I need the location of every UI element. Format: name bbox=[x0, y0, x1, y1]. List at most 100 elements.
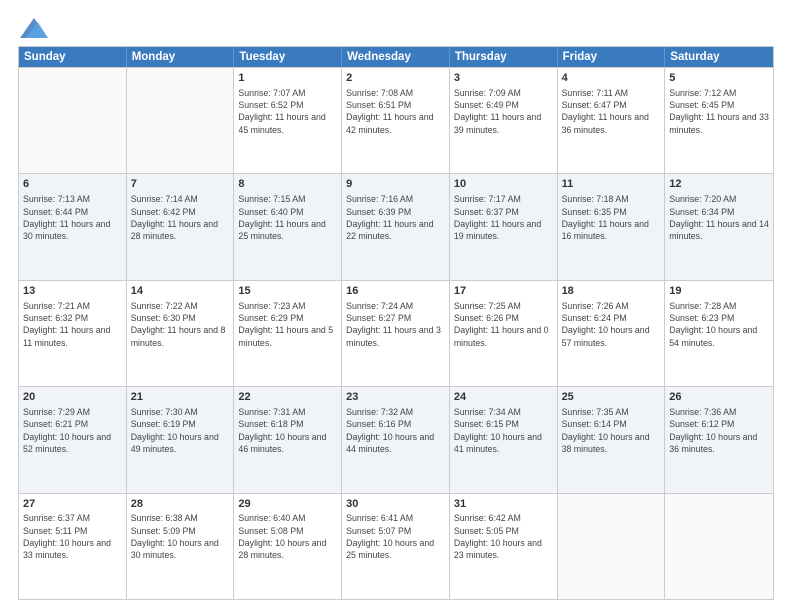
day-number: 20 bbox=[23, 390, 122, 405]
calendar-day-17: 17Sunrise: 7:25 AM Sunset: 6:26 PM Dayli… bbox=[450, 281, 558, 386]
calendar-day-9: 9Sunrise: 7:16 AM Sunset: 6:39 PM Daylig… bbox=[342, 174, 450, 279]
day-info: Sunrise: 7:22 AM Sunset: 6:30 PM Dayligh… bbox=[131, 300, 230, 349]
day-info: Sunrise: 6:40 AM Sunset: 5:08 PM Dayligh… bbox=[238, 512, 337, 561]
day-header-wednesday: Wednesday bbox=[342, 47, 450, 67]
day-info: Sunrise: 7:34 AM Sunset: 6:15 PM Dayligh… bbox=[454, 406, 553, 455]
day-header-tuesday: Tuesday bbox=[234, 47, 342, 67]
day-info: Sunrise: 7:25 AM Sunset: 6:26 PM Dayligh… bbox=[454, 300, 553, 349]
calendar-day-23: 23Sunrise: 7:32 AM Sunset: 6:16 PM Dayli… bbox=[342, 387, 450, 492]
day-info: Sunrise: 7:26 AM Sunset: 6:24 PM Dayligh… bbox=[562, 300, 661, 349]
day-number: 8 bbox=[238, 177, 337, 192]
day-number: 25 bbox=[562, 390, 661, 405]
day-number: 9 bbox=[346, 177, 445, 192]
logo bbox=[18, 18, 48, 36]
day-number: 30 bbox=[346, 497, 445, 512]
day-header-monday: Monday bbox=[127, 47, 235, 67]
calendar-week-2: 6Sunrise: 7:13 AM Sunset: 6:44 PM Daylig… bbox=[19, 173, 773, 279]
calendar-day-11: 11Sunrise: 7:18 AM Sunset: 6:35 PM Dayli… bbox=[558, 174, 666, 279]
day-info: Sunrise: 7:12 AM Sunset: 6:45 PM Dayligh… bbox=[669, 87, 769, 136]
day-header-saturday: Saturday bbox=[665, 47, 773, 67]
day-header-sunday: Sunday bbox=[19, 47, 127, 67]
day-info: Sunrise: 7:32 AM Sunset: 6:16 PM Dayligh… bbox=[346, 406, 445, 455]
day-number: 1 bbox=[238, 71, 337, 86]
calendar-day-26: 26Sunrise: 7:36 AM Sunset: 6:12 PM Dayli… bbox=[665, 387, 773, 492]
day-info: Sunrise: 6:37 AM Sunset: 5:11 PM Dayligh… bbox=[23, 512, 122, 561]
day-number: 15 bbox=[238, 284, 337, 299]
calendar-day-1: 1Sunrise: 7:07 AM Sunset: 6:52 PM Daylig… bbox=[234, 68, 342, 173]
calendar-day-20: 20Sunrise: 7:29 AM Sunset: 6:21 PM Dayli… bbox=[19, 387, 127, 492]
day-info: Sunrise: 6:42 AM Sunset: 5:05 PM Dayligh… bbox=[454, 512, 553, 561]
calendar-day-4: 4Sunrise: 7:11 AM Sunset: 6:47 PM Daylig… bbox=[558, 68, 666, 173]
day-number: 12 bbox=[669, 177, 769, 192]
day-info: Sunrise: 7:08 AM Sunset: 6:51 PM Dayligh… bbox=[346, 87, 445, 136]
day-number: 10 bbox=[454, 177, 553, 192]
day-number: 14 bbox=[131, 284, 230, 299]
day-number: 4 bbox=[562, 71, 661, 86]
calendar-empty-cell bbox=[127, 68, 235, 173]
calendar-day-8: 8Sunrise: 7:15 AM Sunset: 6:40 PM Daylig… bbox=[234, 174, 342, 279]
day-number: 29 bbox=[238, 497, 337, 512]
day-info: Sunrise: 7:11 AM Sunset: 6:47 PM Dayligh… bbox=[562, 87, 661, 136]
day-number: 16 bbox=[346, 284, 445, 299]
day-number: 23 bbox=[346, 390, 445, 405]
calendar-day-2: 2Sunrise: 7:08 AM Sunset: 6:51 PM Daylig… bbox=[342, 68, 450, 173]
day-info: Sunrise: 7:36 AM Sunset: 6:12 PM Dayligh… bbox=[669, 406, 769, 455]
day-number: 17 bbox=[454, 284, 553, 299]
day-info: Sunrise: 7:14 AM Sunset: 6:42 PM Dayligh… bbox=[131, 193, 230, 242]
day-info: Sunrise: 7:31 AM Sunset: 6:18 PM Dayligh… bbox=[238, 406, 337, 455]
day-number: 19 bbox=[669, 284, 769, 299]
day-info: Sunrise: 7:09 AM Sunset: 6:49 PM Dayligh… bbox=[454, 87, 553, 136]
day-info: Sunrise: 7:15 AM Sunset: 6:40 PM Dayligh… bbox=[238, 193, 337, 242]
calendar-day-5: 5Sunrise: 7:12 AM Sunset: 6:45 PM Daylig… bbox=[665, 68, 773, 173]
day-number: 18 bbox=[562, 284, 661, 299]
calendar-day-7: 7Sunrise: 7:14 AM Sunset: 6:42 PM Daylig… bbox=[127, 174, 235, 279]
calendar-day-14: 14Sunrise: 7:22 AM Sunset: 6:30 PM Dayli… bbox=[127, 281, 235, 386]
day-info: Sunrise: 7:17 AM Sunset: 6:37 PM Dayligh… bbox=[454, 193, 553, 242]
calendar-day-28: 28Sunrise: 6:38 AM Sunset: 5:09 PM Dayli… bbox=[127, 494, 235, 599]
day-number: 11 bbox=[562, 177, 661, 192]
day-number: 3 bbox=[454, 71, 553, 86]
day-number: 7 bbox=[131, 177, 230, 192]
logo-icon bbox=[20, 18, 48, 40]
day-info: Sunrise: 7:20 AM Sunset: 6:34 PM Dayligh… bbox=[669, 193, 769, 242]
day-number: 26 bbox=[669, 390, 769, 405]
day-info: Sunrise: 7:13 AM Sunset: 6:44 PM Dayligh… bbox=[23, 193, 122, 242]
calendar-body: 1Sunrise: 7:07 AM Sunset: 6:52 PM Daylig… bbox=[19, 67, 773, 599]
day-number: 5 bbox=[669, 71, 769, 86]
day-info: Sunrise: 6:38 AM Sunset: 5:09 PM Dayligh… bbox=[131, 512, 230, 561]
day-header-thursday: Thursday bbox=[450, 47, 558, 67]
day-info: Sunrise: 7:29 AM Sunset: 6:21 PM Dayligh… bbox=[23, 406, 122, 455]
day-info: Sunrise: 7:30 AM Sunset: 6:19 PM Dayligh… bbox=[131, 406, 230, 455]
calendar-day-12: 12Sunrise: 7:20 AM Sunset: 6:34 PM Dayli… bbox=[665, 174, 773, 279]
day-info: Sunrise: 7:23 AM Sunset: 6:29 PM Dayligh… bbox=[238, 300, 337, 349]
page: SundayMondayTuesdayWednesdayThursdayFrid… bbox=[0, 0, 792, 612]
calendar-empty-cell bbox=[558, 494, 666, 599]
calendar-day-18: 18Sunrise: 7:26 AM Sunset: 6:24 PM Dayli… bbox=[558, 281, 666, 386]
calendar-day-24: 24Sunrise: 7:34 AM Sunset: 6:15 PM Dayli… bbox=[450, 387, 558, 492]
calendar-header: SundayMondayTuesdayWednesdayThursdayFrid… bbox=[19, 47, 773, 67]
calendar-day-25: 25Sunrise: 7:35 AM Sunset: 6:14 PM Dayli… bbox=[558, 387, 666, 492]
header bbox=[18, 18, 774, 36]
calendar-day-13: 13Sunrise: 7:21 AM Sunset: 6:32 PM Dayli… bbox=[19, 281, 127, 386]
calendar-empty-cell bbox=[19, 68, 127, 173]
calendar-day-31: 31Sunrise: 6:42 AM Sunset: 5:05 PM Dayli… bbox=[450, 494, 558, 599]
day-info: Sunrise: 7:16 AM Sunset: 6:39 PM Dayligh… bbox=[346, 193, 445, 242]
calendar-day-27: 27Sunrise: 6:37 AM Sunset: 5:11 PM Dayli… bbox=[19, 494, 127, 599]
day-info: Sunrise: 7:35 AM Sunset: 6:14 PM Dayligh… bbox=[562, 406, 661, 455]
day-number: 21 bbox=[131, 390, 230, 405]
day-info: Sunrise: 7:21 AM Sunset: 6:32 PM Dayligh… bbox=[23, 300, 122, 349]
day-number: 13 bbox=[23, 284, 122, 299]
day-info: Sunrise: 7:24 AM Sunset: 6:27 PM Dayligh… bbox=[346, 300, 445, 349]
calendar-day-30: 30Sunrise: 6:41 AM Sunset: 5:07 PM Dayli… bbox=[342, 494, 450, 599]
calendar-week-5: 27Sunrise: 6:37 AM Sunset: 5:11 PM Dayli… bbox=[19, 493, 773, 599]
day-info: Sunrise: 6:41 AM Sunset: 5:07 PM Dayligh… bbox=[346, 512, 445, 561]
day-info: Sunrise: 7:18 AM Sunset: 6:35 PM Dayligh… bbox=[562, 193, 661, 242]
day-number: 31 bbox=[454, 497, 553, 512]
calendar-week-1: 1Sunrise: 7:07 AM Sunset: 6:52 PM Daylig… bbox=[19, 67, 773, 173]
calendar-day-29: 29Sunrise: 6:40 AM Sunset: 5:08 PM Dayli… bbox=[234, 494, 342, 599]
calendar-day-6: 6Sunrise: 7:13 AM Sunset: 6:44 PM Daylig… bbox=[19, 174, 127, 279]
calendar-week-3: 13Sunrise: 7:21 AM Sunset: 6:32 PM Dayli… bbox=[19, 280, 773, 386]
day-number: 2 bbox=[346, 71, 445, 86]
calendar-empty-cell bbox=[665, 494, 773, 599]
day-number: 22 bbox=[238, 390, 337, 405]
